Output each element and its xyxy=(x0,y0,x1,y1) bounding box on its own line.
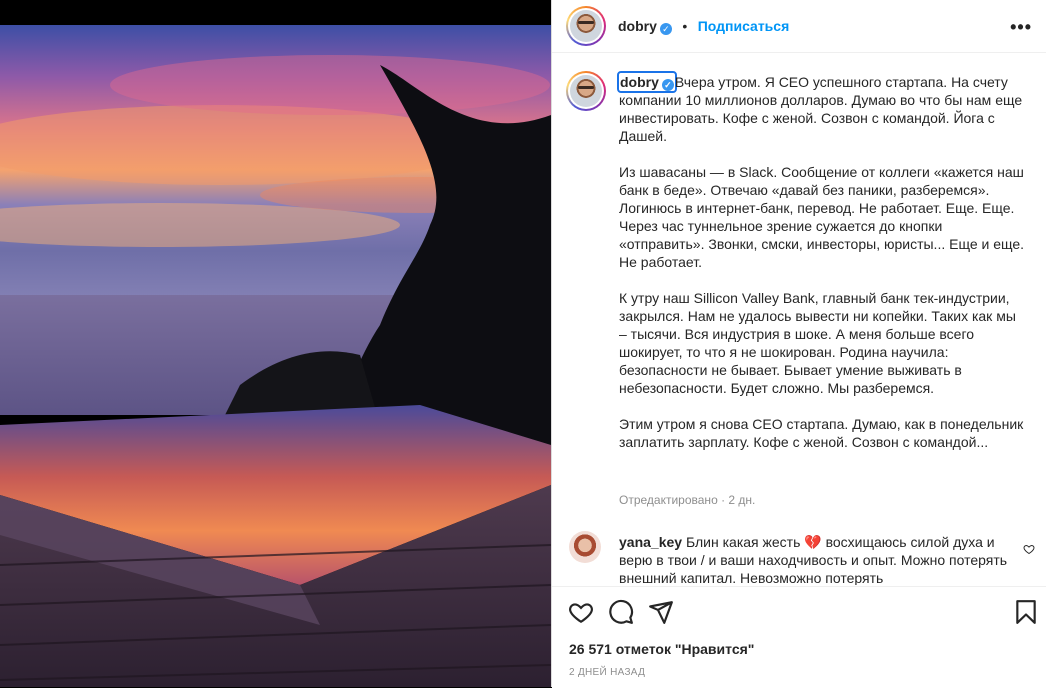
commenter-avatar[interactable] xyxy=(569,531,601,563)
comments-scroll-area[interactable]: dobry ✓ Вчера утром. Я CEO успешного старт… xyxy=(552,53,1046,585)
caption-verified-icon: ✓ xyxy=(661,79,674,91)
comment-icon[interactable] xyxy=(608,599,634,625)
caption-username-link[interactable]: dobry ✓ xyxy=(617,71,677,93)
sunset-pool-image xyxy=(0,25,551,687)
commenter-username[interactable]: yana_key xyxy=(619,534,682,550)
comment-item: yana_key Блин какая жесть 💔 восхищаюсь с… xyxy=(619,533,1019,585)
header-info: dobry ✓ • Подписаться xyxy=(618,18,789,36)
verified-badge-icon: ✓ xyxy=(659,23,672,35)
caption-author-avatar[interactable] xyxy=(566,71,606,111)
edited-timestamp[interactable]: Отредактировано · 2 дн. xyxy=(619,493,755,507)
share-icon[interactable] xyxy=(648,599,674,625)
follow-button[interactable]: Подписаться xyxy=(698,18,790,34)
post-date[interactable]: 2 ДНЕЙ НАЗАД xyxy=(569,667,645,678)
likes-count[interactable]: 26 571 отметок "Нравится" xyxy=(569,641,754,657)
author-username[interactable]: dobry xyxy=(618,18,657,34)
post-header: dobry ✓ • Подписаться ••• xyxy=(552,0,1046,53)
heart-icon[interactable] xyxy=(568,599,594,625)
post-photo xyxy=(0,0,551,687)
post-sidebar: dobry ✓ • Подписаться ••• dobry ✓ Вчера утр… xyxy=(551,0,1046,688)
separator-dot: • xyxy=(682,18,688,34)
bookmark-icon[interactable] xyxy=(1013,599,1039,625)
more-options-icon[interactable]: ••• xyxy=(1010,17,1032,38)
author-avatar[interactable] xyxy=(566,6,606,46)
heart-small-icon[interactable] xyxy=(1023,543,1035,555)
post-actions: 26 571 отметок "Нравится" 2 ДНЕЙ НАЗАД xyxy=(552,586,1046,688)
post-caption: dobry ✓ Вчера утром. Я CEO успешного старт… xyxy=(617,71,1027,451)
caption-text-body: Вчера утром. Я CEO успешного стартапа. Н… xyxy=(619,74,1025,450)
